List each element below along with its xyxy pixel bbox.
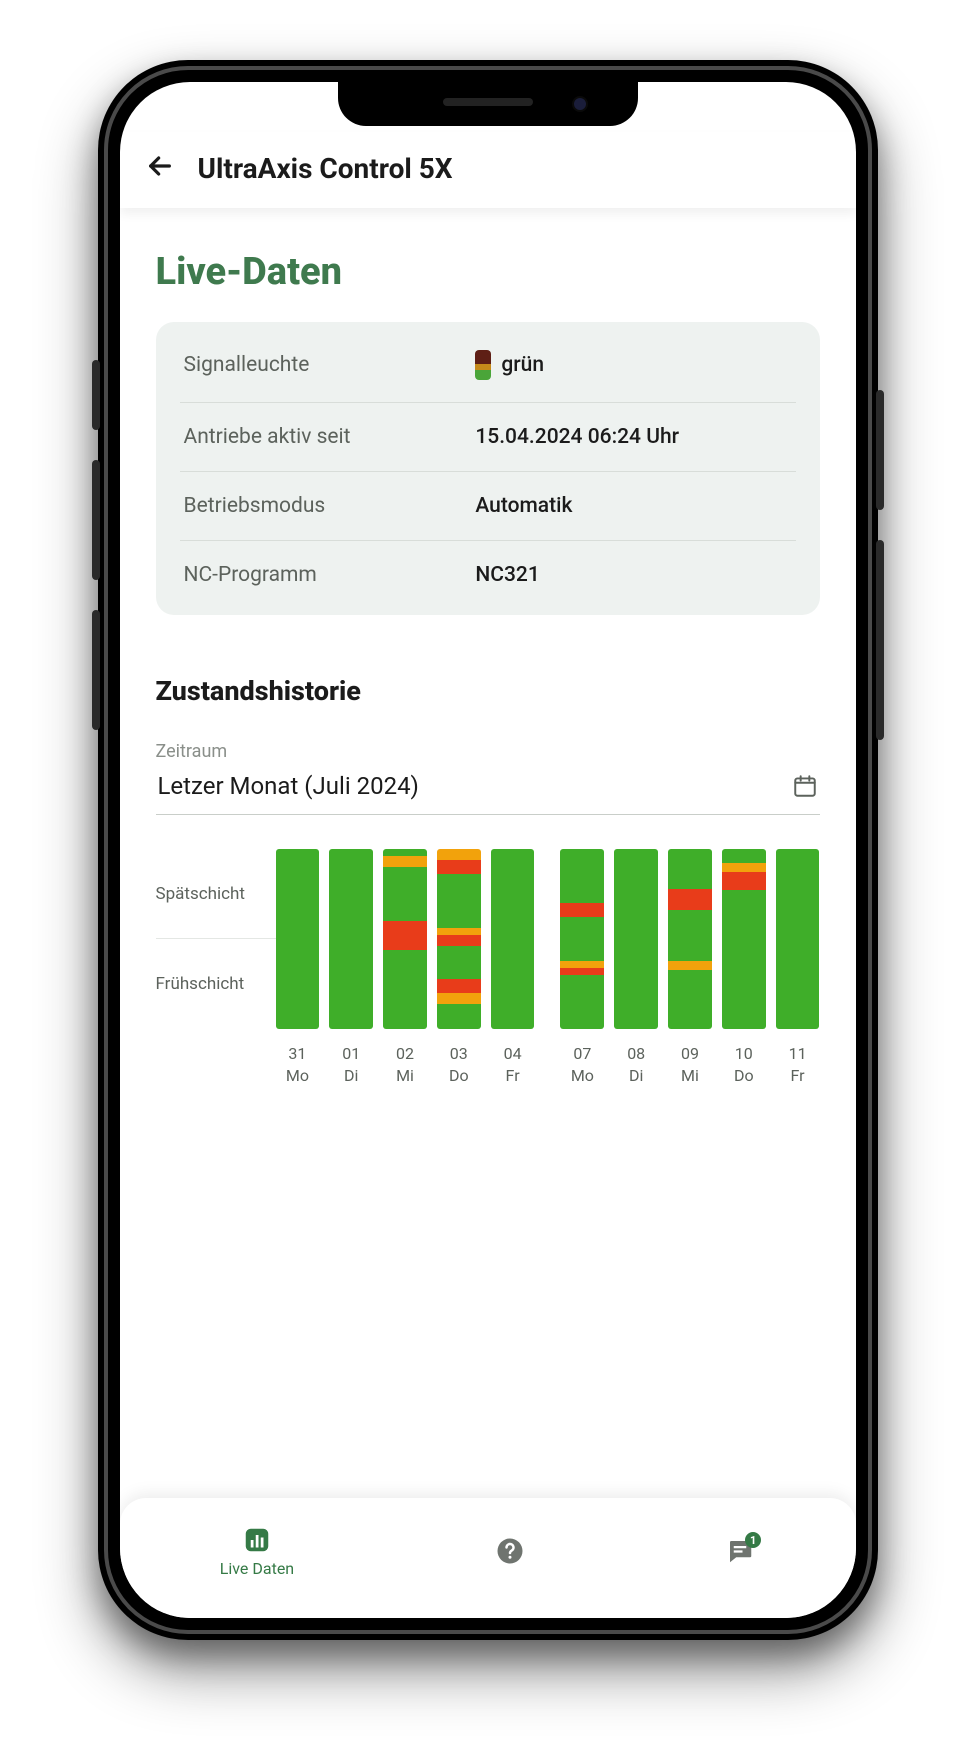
chart-day-label: 04Fr	[504, 1043, 522, 1086]
side-button	[876, 540, 884, 740]
value: 15.04.2024 06:24 Uhr	[475, 425, 679, 449]
chart-day-column: 09Mi	[668, 849, 712, 1086]
side-button	[92, 360, 100, 430]
chart-bar	[437, 849, 481, 1029]
messages-badge: 1	[745, 1532, 761, 1548]
chart-day-column: 10Do	[722, 849, 766, 1086]
label: Signalleuchte	[184, 353, 310, 377]
app-bar: UltraAxis Control 5X	[120, 132, 856, 208]
chart-bar	[560, 849, 604, 1029]
chart-day-column: 31Mo	[276, 849, 320, 1086]
chart-bar	[329, 849, 373, 1029]
row-nc-program: NC-Programm NC321	[180, 541, 796, 609]
phone-frame: UltraAxis Control 5X Live-Daten Signalle…	[98, 60, 878, 1640]
y-label-early-shift: Frühschicht	[156, 939, 276, 1029]
chart-bar	[614, 849, 658, 1029]
chart-day-label: 03Do	[449, 1043, 469, 1086]
live-data-card: Signalleuchte grün Antriebe aktiv seit 1…	[156, 322, 820, 615]
history-chart: Spätschicht Frühschicht 31Mo 01Di 02Mi 03Do…	[156, 849, 820, 1086]
label: Antriebe aktiv seit	[184, 425, 351, 449]
chart-day-column: 07Mo	[560, 849, 604, 1086]
history-heading: Zustandshistorie	[156, 675, 820, 707]
chart-day-label: 10Do	[734, 1043, 754, 1086]
back-button[interactable]	[144, 150, 176, 186]
nav-label: Live Daten	[220, 1559, 294, 1578]
chart-day-column: 02Mi	[383, 849, 427, 1086]
chart-bar	[668, 849, 712, 1029]
chart-day-label: 02Mi	[396, 1043, 414, 1086]
chart-day-label: 01Di	[342, 1043, 360, 1086]
side-button	[92, 460, 100, 580]
traffic-light-icon	[475, 350, 491, 380]
chart-bar	[722, 849, 766, 1029]
row-drives: Antriebe aktiv seit 15.04.2024 06:24 Uhr	[180, 403, 796, 472]
help-icon	[495, 1536, 525, 1566]
calendar-icon	[792, 773, 818, 799]
chart-day-label: 07Mo	[571, 1043, 594, 1086]
period-value: Letzer Monat (Juli 2024)	[158, 772, 419, 800]
label: Betriebsmodus	[184, 494, 326, 518]
y-label-late-shift: Spätschicht	[156, 849, 276, 939]
live-data-heading: Live-Daten	[156, 250, 820, 294]
side-button	[92, 610, 100, 730]
row-mode: Betriebsmodus Automatik	[180, 472, 796, 541]
chart-day-column: 01Di	[329, 849, 373, 1086]
label: NC-Programm	[184, 563, 317, 587]
period-label: Zeitraum	[156, 741, 820, 762]
chart-bars: 31Mo 01Di 02Mi 03Do 04Fr 07Mo 08Di 09Mi 10Do 11Fr	[276, 849, 820, 1086]
bar-chart-icon	[242, 1525, 272, 1555]
bottom-nav: Live Daten 1	[120, 1498, 856, 1618]
chart-day-label: 08Di	[627, 1043, 645, 1086]
chart-day-column: 04Fr	[491, 849, 535, 1086]
chart-day-label: 09Mi	[681, 1043, 699, 1086]
period-picker[interactable]: Letzer Monat (Juli 2024)	[156, 766, 820, 815]
chart-bar	[776, 849, 820, 1029]
page-title: UltraAxis Control 5X	[198, 152, 453, 185]
nav-live-data[interactable]: Live Daten	[220, 1525, 294, 1578]
value: grün	[501, 353, 544, 377]
chart-day-column: 11Fr	[776, 849, 820, 1086]
nav-help[interactable]	[495, 1536, 525, 1566]
phone-notch	[338, 82, 638, 126]
chart-bar	[276, 849, 320, 1029]
chat-icon: 1	[725, 1536, 755, 1566]
chart-day-column: 08Di	[614, 849, 658, 1086]
nav-messages[interactable]: 1	[725, 1536, 755, 1566]
page-body: Live-Daten Signalleuchte grün Antriebe a…	[120, 208, 856, 1498]
chart-bar	[491, 849, 535, 1029]
value: Automatik	[475, 494, 572, 518]
chart-day-label: 31Mo	[286, 1043, 309, 1086]
chart-day-column: 03Do	[437, 849, 481, 1086]
row-signal: Signalleuchte grün	[180, 328, 796, 403]
side-button	[876, 390, 884, 510]
chart-day-label: 11Fr	[789, 1043, 807, 1086]
value: NC321	[475, 563, 539, 587]
chart-bar	[383, 849, 427, 1029]
